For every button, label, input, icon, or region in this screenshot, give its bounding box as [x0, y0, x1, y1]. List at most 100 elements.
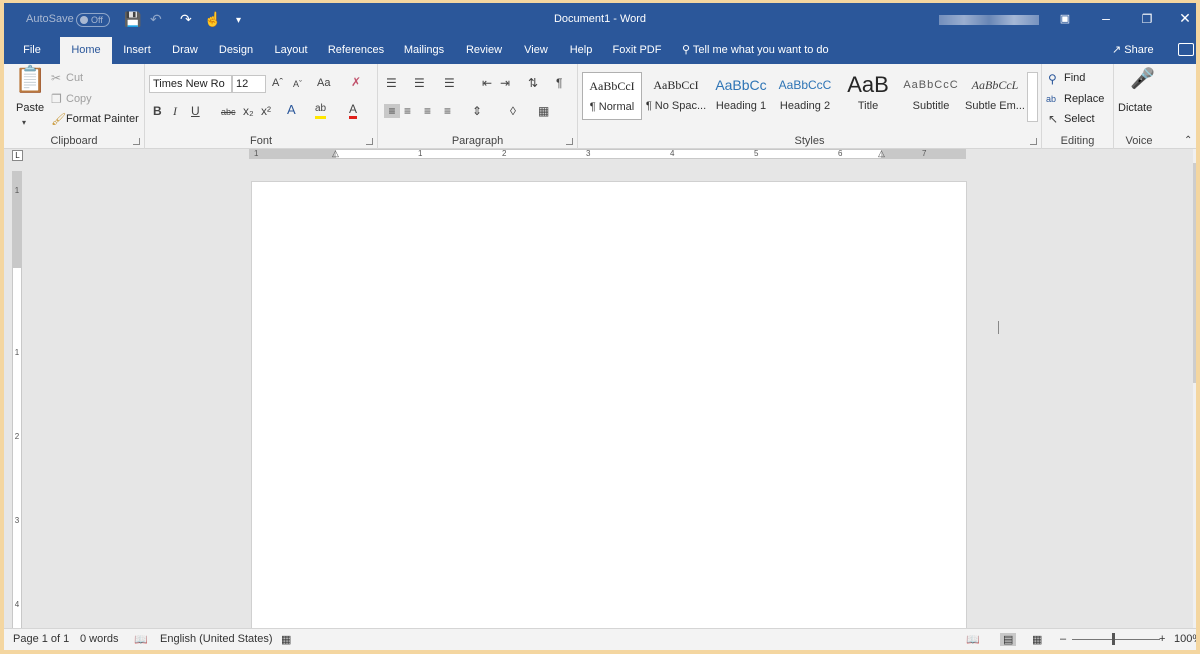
user-account[interactable] [939, 15, 1039, 25]
style-no-spacing[interactable]: AaBbCcI ¶ No Spac... [644, 72, 708, 120]
close-icon[interactable]: ✕ [1170, 10, 1196, 27]
vertical-scrollbar[interactable] [1193, 149, 1196, 629]
language[interactable]: English (United States) [160, 633, 273, 645]
share-button[interactable]: ↗ Share [1112, 37, 1154, 64]
restore-icon[interactable]: ❐ [1132, 12, 1162, 26]
find-button[interactable]: Find [1064, 72, 1085, 84]
editing-label: Editing [1060, 135, 1095, 147]
style-heading-1[interactable]: AaBbCc Heading 1 [710, 72, 772, 120]
tab-review[interactable]: Review [460, 37, 508, 64]
macro-recording-icon[interactable]: ▦ [281, 633, 291, 646]
increase-indent-icon[interactable]: ⇥ [500, 76, 510, 90]
subscript-icon[interactable]: x₂ [243, 104, 254, 118]
bold-icon[interactable]: B [153, 104, 162, 118]
change-case-button[interactable]: Aa [317, 76, 330, 90]
align-right-icon[interactable]: ≡ [424, 104, 431, 118]
tab-selector[interactable]: L [12, 150, 23, 161]
grow-font-icon[interactable]: Aˆ [272, 76, 283, 90]
document-page[interactable] [251, 181, 967, 641]
tab-file[interactable]: File [12, 37, 52, 64]
clear-formatting-icon[interactable]: ✗ [351, 75, 361, 89]
scrollbar-thumb[interactable] [1193, 163, 1196, 383]
clipboard-launcher[interactable] [133, 138, 140, 145]
align-left-icon[interactable]: ≡ [384, 104, 400, 118]
ribbon-display-options-icon[interactable]: ▣ [1050, 12, 1080, 25]
highlight-icon[interactable]: ab [315, 102, 327, 119]
web-layout-icon[interactable]: ▦ [1032, 633, 1042, 646]
format-painter-button[interactable]: Format Painter [66, 113, 139, 125]
style-subtitle[interactable]: AaBbCcC Subtitle [900, 72, 962, 120]
word-count[interactable]: 0 words [80, 633, 119, 645]
horizontal-ruler[interactable]: 1 1 2 3 4 5 6 7 △ △ [249, 149, 966, 159]
shading-icon[interactable]: ◊ [510, 104, 516, 118]
tab-insert[interactable]: Insert [116, 37, 158, 64]
replace-button[interactable]: Replace [1064, 93, 1104, 105]
microphone-icon[interactable]: 🎤 [1130, 69, 1155, 89]
tab-references[interactable]: References [326, 37, 386, 64]
print-layout-icon[interactable]: ▤ [1000, 633, 1017, 646]
font-launcher[interactable] [366, 138, 373, 145]
proofing-icon[interactable]: 📖 [134, 633, 148, 646]
paste-button[interactable]: Paste [16, 102, 44, 114]
comments-icon[interactable] [1178, 43, 1194, 56]
superscript-icon[interactable]: x² [261, 104, 271, 118]
zoom-level[interactable]: 100% [1174, 633, 1196, 645]
style-title[interactable]: AaB Title [838, 72, 898, 120]
tab-help[interactable]: Help [562, 37, 600, 64]
paragraph-launcher[interactable] [566, 138, 573, 145]
select-button[interactable]: Select [1064, 113, 1095, 125]
read-mode-icon[interactable]: 📖 [966, 633, 980, 646]
bullets-icon[interactable]: ☰ [386, 76, 397, 90]
copy-button[interactable]: Copy [66, 93, 92, 105]
zoom-slider-thumb[interactable] [1112, 633, 1115, 645]
numbering-icon[interactable]: ☰ [414, 76, 425, 90]
cut-button[interactable]: Cut [66, 72, 83, 84]
sort-icon[interactable]: ⇅ [528, 76, 538, 90]
font-size-box[interactable]: 12 [232, 75, 266, 93]
tab-layout[interactable]: Layout [268, 37, 314, 64]
ruler-number: 2 [502, 149, 507, 158]
tell-me-search[interactable]: ⚲ Tell me what you want to do [682, 37, 829, 64]
style-heading-2[interactable]: AaBbCcC Heading 2 [774, 72, 836, 120]
decrease-indent-icon[interactable]: ⇤ [482, 76, 492, 90]
paste-dropdown-icon[interactable]: ▾ [22, 116, 26, 130]
zoom-in-icon[interactable]: + [1159, 633, 1165, 645]
show-formatting-icon[interactable]: ¶ [556, 76, 562, 90]
zoom-slider[interactable] [1072, 639, 1160, 640]
text-effects-icon[interactable]: A [287, 103, 296, 117]
underline-icon[interactable]: U [191, 104, 200, 118]
justify-icon[interactable]: ≡ [444, 104, 451, 118]
font-name-box[interactable]: Times New Ro [149, 75, 232, 93]
tab-mailings[interactable]: Mailings [398, 37, 450, 64]
page-count[interactable]: Page 1 of 1 [13, 633, 69, 645]
dictate-button[interactable]: Dictate [1118, 102, 1152, 114]
minimize-icon[interactable]: – [1091, 10, 1121, 26]
share-icon: ↗ [1112, 44, 1125, 56]
align-center-icon[interactable]: ≡ [404, 104, 411, 118]
line-spacing-icon[interactable]: ⇕ [472, 104, 482, 118]
style-name: ¶ No Spac... [645, 100, 707, 112]
tab-draw[interactable]: Draw [166, 37, 204, 64]
style-subtle-emphasis[interactable]: AaBbCcL Subtle Em... [964, 72, 1026, 120]
styles-gallery-scroll[interactable] [1027, 72, 1038, 122]
tab-foxit-pdf[interactable]: Foxit PDF [608, 37, 666, 64]
collapse-ribbon-icon[interactable]: ⌃ [1184, 134, 1192, 148]
tab-home[interactable]: Home [60, 37, 112, 64]
font-color-icon[interactable]: A [349, 102, 358, 119]
styles-launcher[interactable] [1030, 138, 1037, 145]
shrink-font-icon[interactable]: Aˇ [293, 77, 302, 91]
vertical-ruler[interactable]: 1 1 2 3 4 [12, 171, 22, 641]
style-preview: AaBbCcC [903, 79, 959, 91]
tab-design[interactable]: Design [212, 37, 260, 64]
multilevel-list-icon[interactable]: ☰ [444, 76, 455, 90]
paste-icon[interactable]: 📋 [14, 66, 46, 92]
right-indent-marker-icon[interactable]: △ [878, 149, 885, 158]
tab-view[interactable]: View [516, 37, 556, 64]
zoom-out-icon[interactable]: – [1060, 633, 1066, 645]
indent-marker-icon[interactable]: △ [332, 149, 339, 158]
group-voice: 🎤 Dictate Voice [1114, 64, 1164, 149]
strikethrough-icon[interactable]: abc [221, 105, 236, 119]
italic-icon[interactable]: I [173, 104, 177, 118]
style-normal[interactable]: AaBbCcI ¶ Normal [582, 72, 642, 120]
borders-icon[interactable]: ▦ [538, 104, 549, 118]
